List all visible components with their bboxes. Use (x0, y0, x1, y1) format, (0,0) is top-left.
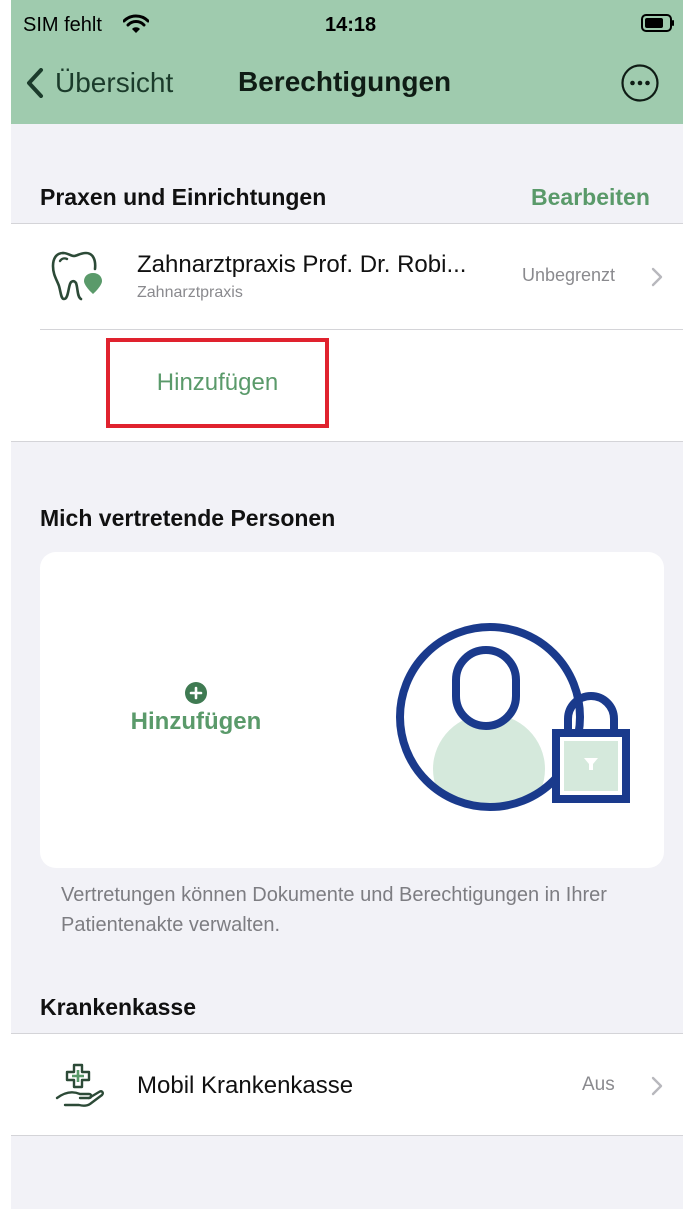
page-title: Berechtigungen (238, 66, 452, 97)
list-item-praxis[interactable]: Zahnarztpraxis Prof. Dr. Robi... Zahnarz… (11, 224, 683, 329)
carrier-label: SIM fehlt (23, 14, 102, 36)
praxis-type: Zahnarztpraxis (137, 284, 243, 301)
chevron-right-icon (651, 267, 663, 287)
krankenkasse-status: Aus (582, 1074, 615, 1095)
plus-circle-icon (185, 682, 207, 704)
divider (40, 329, 683, 330)
wifi-icon (123, 14, 149, 33)
section-header-vertreter: Mich vertretende Personen (40, 505, 336, 531)
battery-icon (641, 14, 674, 32)
add-praxis-button[interactable]: Hinzufügen (106, 338, 329, 428)
more-circle-icon[interactable] (620, 63, 660, 103)
list-item-krankenkasse[interactable]: Mobil Krankenkasse Aus (11, 1034, 683, 1137)
praxen-list: Zahnarztpraxis Prof. Dr. Robi... Zahnarz… (11, 223, 683, 442)
vertreter-card: Hinzufügen (40, 552, 664, 868)
clock: 14:18 (325, 14, 377, 36)
chevron-left-icon (27, 68, 43, 98)
back-button[interactable]: Übersicht (25, 64, 173, 102)
add-person-button[interactable]: Hinzufügen (126, 682, 266, 736)
add-person-label: Hinzufügen (130, 708, 262, 735)
tooth-icon (51, 251, 102, 301)
navigation-bar: SIM fehlt 14:18 Übersicht Berechtigungen (11, 0, 683, 124)
praxis-name: Zahnarztpraxis Prof. Dr. Robi... (137, 251, 467, 278)
person-lock-icon (396, 623, 630, 811)
praxis-duration: Unbegrenzt (522, 265, 616, 285)
chevron-right-icon (651, 1076, 663, 1096)
back-button-label: Übersicht (55, 67, 174, 98)
add-praxis-label: Hinzufügen (156, 369, 279, 396)
section-header-krankenkasse: Krankenkasse (40, 994, 196, 1020)
edit-button[interactable]: Bearbeiten (531, 184, 650, 211)
section-header-praxen: Praxen und Einrichtungen (40, 184, 327, 210)
krankenkasse-name: Mobil Krankenkasse (137, 1072, 354, 1099)
krankenkasse-list: Mobil Krankenkasse Aus (11, 1033, 683, 1136)
screen: SIM fehlt 14:18 Übersicht Berechtigungen… (11, 0, 683, 1209)
hand-cross-icon (55, 1063, 104, 1107)
vertreter-info-text: Vertretungen können Dokumente und Berech… (61, 884, 607, 936)
